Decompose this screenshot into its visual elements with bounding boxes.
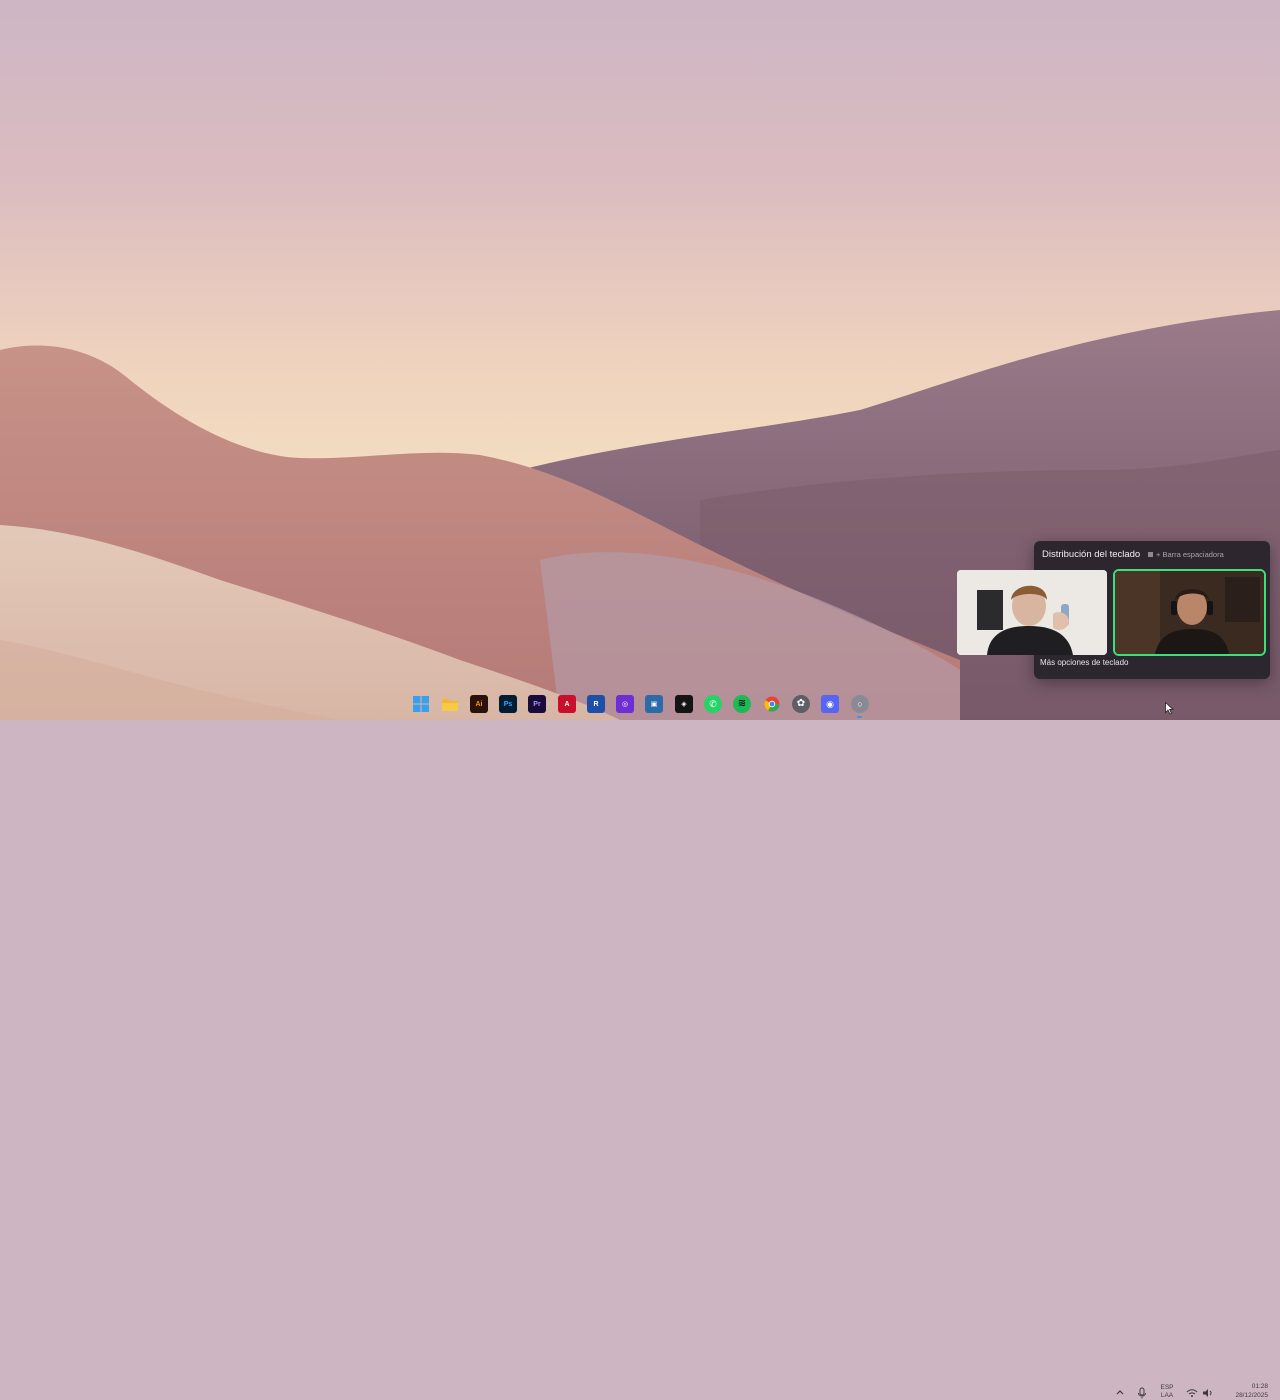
shortcut-hint-text: + Barra espaciadora (1156, 550, 1224, 559)
mouse-cursor-icon (1165, 702, 1174, 715)
app-blue-icon[interactable]: ▣ (645, 695, 663, 713)
input-language-indicator[interactable]: ESP LAA (1159, 1384, 1175, 1400)
language-code: ESP (1159, 1384, 1175, 1392)
chevron-up-icon[interactable] (1114, 1387, 1126, 1399)
taskbar: Ai Ps Pr A R ◎ ▣ ◈ ✆ ≋ ✿ ◉ ○ (0, 690, 1280, 720)
microphone-icon[interactable] (1136, 1387, 1148, 1399)
start-icon[interactable] (412, 695, 430, 713)
chrome-icon[interactable] (763, 695, 781, 713)
acrobat-icon[interactable]: A (558, 695, 576, 713)
clock-time: 01:28 (1222, 1383, 1268, 1392)
webcam-feed-right (1115, 571, 1264, 654)
file-explorer-icon[interactable] (441, 695, 459, 713)
app-light-icon[interactable]: ○ (851, 695, 869, 713)
photoshop-icon[interactable]: Ps (499, 695, 517, 713)
app-dark-icon[interactable]: ◈ (675, 695, 693, 713)
discord-icon[interactable]: ◉ (821, 695, 839, 713)
keyboard-layout-title: Distribución del teclado (1042, 549, 1140, 560)
spotify-icon[interactable]: ≋ (733, 695, 751, 713)
r-app-icon[interactable]: R (587, 695, 605, 713)
more-keyboard-options-link[interactable]: Más opciones de teclado (1040, 658, 1129, 667)
keyboard-layout-code: LAA (1159, 1392, 1175, 1400)
desktop[interactable]: Distribución del teclado + Barra espacia… (0, 0, 1280, 720)
volume-icon[interactable] (1202, 1387, 1214, 1399)
clock[interactable]: 01:28 28/12/2025 (1222, 1383, 1268, 1400)
illustrator-icon[interactable]: Ai (470, 695, 488, 713)
app-purple-icon[interactable]: ◎ (616, 695, 634, 713)
windows-key-icon (1148, 552, 1153, 557)
whatsapp-icon[interactable]: ✆ (704, 695, 722, 713)
webcam-feed-left (957, 570, 1107, 655)
premiere-icon[interactable]: Pr (528, 695, 546, 713)
clock-date: 28/12/2025 (1222, 1392, 1268, 1400)
chatgpt-icon[interactable]: ✿ (792, 695, 810, 713)
running-indicator (857, 716, 862, 718)
wifi-icon[interactable] (1186, 1387, 1198, 1399)
keyboard-shortcut-hint: + Barra espaciadora (1148, 550, 1224, 559)
